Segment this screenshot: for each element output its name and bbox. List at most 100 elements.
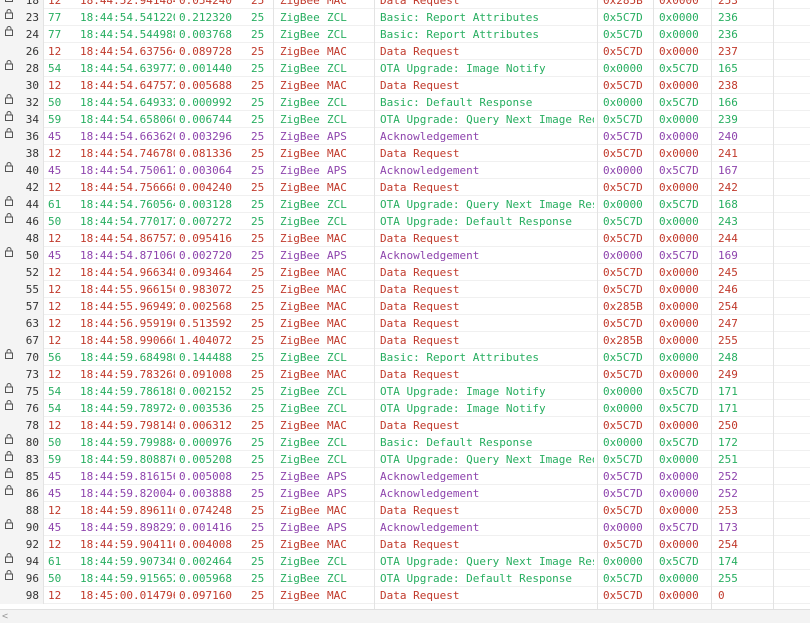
packet-row[interactable]: 73 12 18:44:59.783268 0.091008 25 ZigBee MAC Da…: [0, 366, 810, 383]
packet-row[interactable]: 32 50 18:44:54.649332 0.000992 25 ZigBee ZCL Ba…: [0, 94, 810, 111]
packet-sequence: 255: [718, 572, 738, 585]
packet-row[interactable]: 98 12 18:45:00.014796 0.097160 25 ZigBee MAC Da…: [0, 587, 810, 604]
packet-destination: 0x0000: [659, 487, 699, 500]
packet-list[interactable]: 18 12 18:44:52.941484 0.054240 25 ZigBee MAC Da…: [0, 0, 810, 609]
packet-info: Acknowledgement: [380, 164, 480, 177]
packet-time: 18:44:54.658060: [80, 113, 175, 126]
packet-channel: 25: [251, 436, 265, 449]
packet-length: 59: [48, 113, 62, 126]
packet-row[interactable]: 34 59 18:44:54.658060 0.006744 25 ZigBee ZCL OT…: [0, 111, 810, 128]
packet-delta: 0.095416: [179, 232, 232, 245]
packet-row[interactable]: 70 56 18:44:59.684980 0.144488 25 ZigBee ZCL Ba…: [0, 349, 810, 366]
packet-delta: 0.002152: [179, 385, 232, 398]
packet-source: 0x5C7D: [603, 572, 643, 585]
packet-protocol: ZigBee: [280, 164, 320, 177]
packet-row[interactable]: 50 45 18:44:54.871060 0.002720 25 ZigBee APS Ac…: [0, 247, 810, 264]
packet-layer: APS: [327, 487, 347, 500]
packet-row[interactable]: 46 50 18:44:54.770172 0.007272 25 ZigBee ZCL OT…: [0, 213, 810, 230]
packet-row[interactable]: 26 12 18:44:54.637564 0.089728 25 ZigBee MAC Da…: [0, 43, 810, 60]
packet-row[interactable]: 18 12 18:44:52.941484 0.054240 25 ZigBee MAC Da…: [0, 0, 810, 9]
packet-length: 50: [48, 96, 62, 109]
packet-row[interactable]: 67 12 18:44:58.990660 1.404072 25 ZigBee MAC Da…: [0, 332, 810, 349]
packet-length: 61: [48, 198, 62, 211]
packet-row[interactable]: 88 12 18:44:59.896116 0.074248 25 ZigBee MAC Da…: [0, 502, 810, 519]
packet-row[interactable]: 76 54 18:44:59.789724 0.003536 25 ZigBee ZCL OT…: [0, 400, 810, 417]
packet-row[interactable]: 85 45 18:44:59.816156 0.005008 25 ZigBee APS Ac…: [0, 468, 810, 485]
packet-delta: 0.089728: [179, 45, 232, 58]
packet-channel: 25: [251, 113, 265, 126]
packet-row[interactable]: 52 12 18:44:54.966348 0.093464 25 ZigBee MAC Da…: [0, 264, 810, 281]
packet-row[interactable]: 30 12 18:44:54.647572 0.005688 25 ZigBee MAC Da…: [0, 77, 810, 94]
packet-time: 18:44:59.799884: [80, 436, 175, 449]
packet-row[interactable]: 48 12 18:44:54.867572 0.095416 25 ZigBee MAC Da…: [0, 230, 810, 247]
packet-row[interactable]: 80 50 18:44:59.799884 0.000976 25 ZigBee ZCL Ba…: [0, 434, 810, 451]
packet-row[interactable]: 38 12 18:44:54.746780 0.081336 25 ZigBee MAC Da…: [0, 145, 810, 162]
packet-row[interactable]: 36 45 18:44:54.663620 0.003296 25 ZigBee APS Ac…: [0, 128, 810, 145]
packet-info: Data Request: [380, 300, 460, 313]
packet-time: 18:44:54.649332: [80, 96, 175, 109]
packet-length: 12: [48, 79, 62, 92]
chevron-left-icon[interactable]: <: [2, 610, 8, 623]
packet-channel: 25: [251, 45, 265, 58]
packet-delta: 0.003536: [179, 402, 232, 415]
packet-row[interactable]: 63 12 18:44:56.959196 0.513592 25 ZigBee MAC Da…: [0, 315, 810, 332]
packet-row[interactable]: 57 12 18:44:55.969492 0.002568 25 ZigBee MAC Da…: [0, 298, 810, 315]
packet-sequence: 236: [718, 11, 738, 24]
packet-info: Data Request: [380, 317, 460, 330]
packet-time: 18:44:54.647572: [80, 79, 175, 92]
packet-number: 98: [25, 589, 39, 602]
column-separator: [773, 0, 774, 609]
packet-row[interactable]: 42 12 18:44:54.756668 0.004240 25 ZigBee MAC Da…: [0, 179, 810, 196]
row-gutter: 83: [0, 451, 44, 468]
packet-source: 0x0000: [603, 164, 643, 177]
packet-protocol: ZigBee: [280, 385, 320, 398]
packet-row[interactable]: 90 45 18:44:59.898292 0.001416 25 ZigBee APS Ac…: [0, 519, 810, 536]
packet-sequence: 171: [718, 402, 738, 415]
packet-destination: 0x0000: [659, 147, 699, 160]
packet-row[interactable]: 94 61 18:44:59.907348 0.002464 25 ZigBee ZCL OT…: [0, 553, 810, 570]
packet-length: 77: [48, 11, 62, 24]
row-gutter: 78: [0, 417, 44, 434]
row-gutter: 26: [0, 43, 44, 60]
packet-row[interactable]: 23 77 18:44:54.541220 0.212320 25 ZigBee ZCL Ba…: [0, 9, 810, 26]
packet-time: 18:45:00.014796: [80, 589, 175, 602]
packet-row[interactable]: 92 12 18:44:59.904116 0.004008 25 ZigBee MAC Da…: [0, 536, 810, 553]
packet-row[interactable]: 83 59 18:44:59.808876 0.005208 25 ZigBee ZCL OT…: [0, 451, 810, 468]
packet-time: 18:44:54.760564: [80, 198, 175, 211]
packet-row[interactable]: 24 77 18:44:54.544988 0.003768 25 ZigBee ZCL Ba…: [0, 26, 810, 43]
packet-number: 96: [25, 572, 39, 585]
packet-sequence: 166: [718, 96, 738, 109]
packet-row[interactable]: 75 54 18:44:59.786188 0.002152 25 ZigBee ZCL OT…: [0, 383, 810, 400]
packet-delta: 0.005968: [179, 572, 232, 585]
packet-time: 18:44:55.969492: [80, 300, 175, 313]
packet-delta: 0.000992: [179, 96, 232, 109]
packet-destination: 0x0000: [659, 300, 699, 313]
packet-time: 18:44:56.959196: [80, 317, 175, 330]
packet-length: 77: [48, 28, 62, 41]
packet-row[interactable]: 28 54 18:44:54.639772 0.001440 25 ZigBee ZCL OT…: [0, 60, 810, 77]
packet-channel: 25: [251, 368, 265, 381]
row-gutter: 50: [0, 247, 44, 264]
row-gutter: 32: [0, 94, 44, 111]
packet-time: 18:44:59.898292: [80, 521, 175, 534]
packet-row[interactable]: 40 45 18:44:54.750612 0.003064 25 ZigBee APS Ac…: [0, 162, 810, 179]
horizontal-scrollbar[interactable]: <: [0, 609, 810, 623]
packet-row[interactable]: 86 45 18:44:59.820044 0.003888 25 ZigBee APS Ac…: [0, 485, 810, 502]
packet-delta: 0.003296: [179, 130, 232, 143]
packet-destination: 0x0000: [659, 538, 699, 551]
packet-layer: APS: [327, 164, 347, 177]
packet-delta: 0.004240: [179, 181, 232, 194]
packet-number: 23: [25, 11, 39, 24]
packet-protocol: ZigBee: [280, 79, 320, 92]
packet-destination: 0x0000: [659, 215, 699, 228]
packet-protocol: ZigBee: [280, 436, 320, 449]
packet-source: 0x0000: [603, 436, 643, 449]
packet-row[interactable]: 55 12 18:44:55.966156 0.983072 25 ZigBee MAC Da…: [0, 281, 810, 298]
packet-row[interactable]: 78 12 18:44:59.798148 0.006312 25 ZigBee MAC Da…: [0, 417, 810, 434]
packet-row[interactable]: 44 61 18:44:54.760564 0.003128 25 ZigBee ZCL OT…: [0, 196, 810, 213]
packet-info: OTA Upgrade: Image Notify: [380, 385, 546, 398]
packet-info: OTA Upgrade: Image Notify: [380, 402, 546, 415]
packet-time: 18:44:59.684980: [80, 351, 175, 364]
packet-layer: ZCL: [327, 62, 347, 75]
packet-row[interactable]: 96 50 18:44:59.915652 0.005968 25 ZigBee ZCL OT…: [0, 570, 810, 587]
